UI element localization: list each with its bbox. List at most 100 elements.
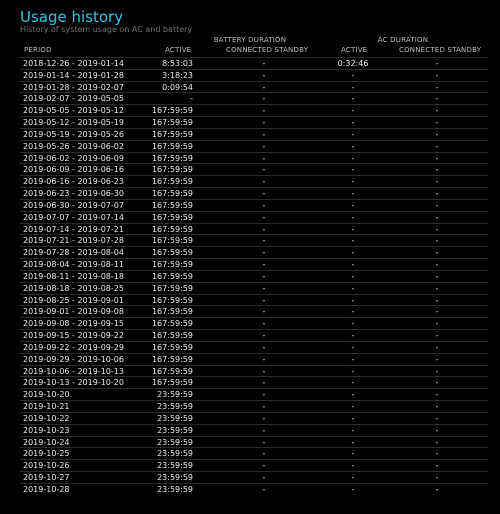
ac-active-cell: - (351, 248, 355, 258)
table-row: 2019-09-29 - 2019-10-06 167:59:59 - - - (20, 352, 488, 365)
battery-active-cell: 167:59:59 (151, 366, 193, 376)
period-cell: 2019-10-27 (23, 472, 70, 482)
ac-connected-standby-cell: - (435, 342, 439, 352)
table-row: 2019-10-27 23:59:59 - - - (20, 470, 488, 483)
period-cell: 2019-10-26 (23, 461, 70, 471)
ac-connected-standby-cell: - (435, 472, 439, 482)
battery-connected-standby-cell: - (262, 94, 266, 104)
ac-connected-standby-cell: - (435, 165, 439, 175)
battery-connected-standby-cell: - (262, 472, 266, 482)
ac-active-cell: - (351, 271, 355, 281)
ac-connected-standby-cell: - (435, 271, 439, 281)
battery-connected-standby-cell: - (262, 283, 266, 293)
period-cell: 2019-05-05 - 2019-05-12 (23, 106, 124, 116)
battery-connected-standby-cell: - (262, 200, 266, 210)
ac-active-cell: - (351, 295, 355, 305)
battery-connected-standby-cell: - (262, 212, 266, 222)
ac-active-cell: - (351, 189, 355, 199)
battery-active-cell: 167:59:59 (151, 153, 193, 163)
ac-active-cell: 0:32:46 (337, 59, 369, 68)
battery-active-cell: 167:59:59 (151, 141, 193, 151)
ac-active-cell: - (351, 200, 355, 210)
ac-active-cell: - (351, 461, 355, 471)
battery-connected-standby-cell: - (262, 295, 266, 305)
battery-active-cell: 23:59:59 (157, 390, 193, 400)
table-row: 2019-09-22 - 2019-09-29 167:59:59 - - - (20, 340, 488, 353)
battery-active-cell: 23:59:59 (157, 484, 193, 494)
period-cell: 2019-10-13 - 2019-10-20 (23, 378, 124, 388)
battery-active-cell: 167:59:59 (151, 212, 193, 222)
battery-active-cell: 167:59:59 (151, 342, 193, 352)
ac-connected-standby-cell: - (435, 236, 439, 246)
ac-active-cell: - (351, 366, 355, 376)
battery-connected-standby-cell: - (262, 118, 266, 128)
period-cell: 2019-06-30 - 2019-07-07 (23, 200, 124, 210)
table-row: 2019-07-21 - 2019-07-28 167:59:59 - - - (20, 234, 488, 246)
table-row: 2019-10-20 23:59:59 - - - (20, 388, 488, 400)
battery-active-cell: 167:59:59 (151, 200, 193, 210)
table-row: 2019-06-23 - 2019-06-30 167:59:59 - - - (20, 187, 488, 199)
ac-connected-standby-cell: - (435, 378, 439, 388)
period-cell: 2019-10-23 (23, 425, 70, 435)
battery-active-cell: - (190, 94, 193, 104)
ac-connected-standby-cell: - (435, 425, 439, 435)
battery-active-cell: 23:59:59 (157, 472, 193, 482)
ac-active-cell: - (351, 212, 355, 222)
ac-connected-standby-cell: - (435, 319, 439, 329)
ac-active-cell: - (351, 177, 355, 187)
ac-active-cell: - (351, 70, 355, 80)
period-cell: 2019-06-02 - 2019-06-09 (23, 153, 124, 163)
ac-connected-standby-cell: - (435, 260, 439, 270)
battery-active-cell: 167:59:59 (151, 177, 193, 187)
battery-connected-standby-cell: - (262, 248, 266, 258)
period-cell: 2019-08-11 - 2019-08-18 (23, 271, 124, 281)
battery-active-cell: 167:59:59 (151, 354, 193, 364)
ac-connected-standby-cell: - (435, 59, 439, 68)
battery-active-cell: 167:59:59 (151, 189, 193, 199)
battery-active-cell: 167:59:59 (151, 319, 193, 329)
period-cell: 2019-10-22 (23, 413, 70, 423)
period-cell: 2019-10-25 (23, 449, 70, 459)
period-cell: 2019-10-20 (23, 390, 70, 400)
ac-active-cell: - (351, 224, 355, 234)
battery-connected-standby-cell: - (262, 307, 266, 317)
period-cell: 2019-09-15 - 2019-09-22 (23, 331, 124, 341)
battery-connected-standby-cell: - (262, 342, 266, 352)
ac-connected-standby-cell: - (435, 295, 439, 305)
ac-active-cell: - (351, 236, 355, 246)
ac-connected-standby-cell: - (435, 82, 439, 92)
battery-duration-group-header: BATTERY DURATION (213, 36, 287, 44)
battery-active-cell: 167:59:59 (151, 260, 193, 270)
battery-active-cell: 167:59:59 (151, 236, 193, 246)
usage-history-panel: Usage history History of system usage on… (20, 8, 488, 495)
battery-connected-standby-cell: - (262, 366, 266, 376)
battery-active-cell: 167:59:59 (151, 224, 193, 234)
battery-active-cell: 0:09:54 (162, 82, 193, 92)
ac-active-cell: - (351, 82, 355, 92)
table-row: 2019-06-16 - 2019-06-23 167:59:59 - - - (20, 175, 488, 187)
battery-active-cell: 167:59:59 (151, 129, 193, 139)
battery-active-cell: 23:59:59 (157, 425, 193, 435)
ac-connected-standby-cell: - (435, 94, 439, 104)
ac-connected-standby-cell: - (435, 200, 439, 210)
ac-connected-standby-cell: - (435, 331, 439, 341)
battery-connected-standby-column-header: CONNECTED STANDBY (226, 46, 309, 54)
ac-active-cell: - (351, 354, 355, 364)
battery-connected-standby-cell: - (262, 437, 266, 447)
table-row: 2019-10-13 - 2019-10-20 167:59:59 - - - (20, 376, 488, 388)
table-row: 2019-10-26 23:59:59 - - - (20, 459, 488, 471)
ac-connected-standby-cell: - (435, 484, 439, 494)
period-cell: 2019-07-21 - 2019-07-28 (23, 236, 124, 246)
battery-connected-standby-cell: - (262, 378, 266, 388)
table-row: 2019-05-05 - 2019-05-12 167:59:59 - - - (20, 104, 488, 116)
battery-connected-standby-cell: - (262, 82, 266, 92)
ac-connected-standby-cell: - (435, 70, 439, 80)
page-title: Usage history (20, 8, 124, 26)
battery-connected-standby-cell: - (262, 177, 266, 187)
table-row: 2019-10-22 23:59:59 - - - (20, 411, 488, 424)
ac-connected-standby-cell: - (435, 177, 439, 187)
ac-connected-standby-cell: - (435, 106, 439, 116)
ac-connected-standby-cell: - (435, 283, 439, 293)
ac-active-cell: - (351, 331, 355, 341)
table-row: 2019-08-11 - 2019-08-18 167:59:59 - - - (20, 269, 488, 282)
